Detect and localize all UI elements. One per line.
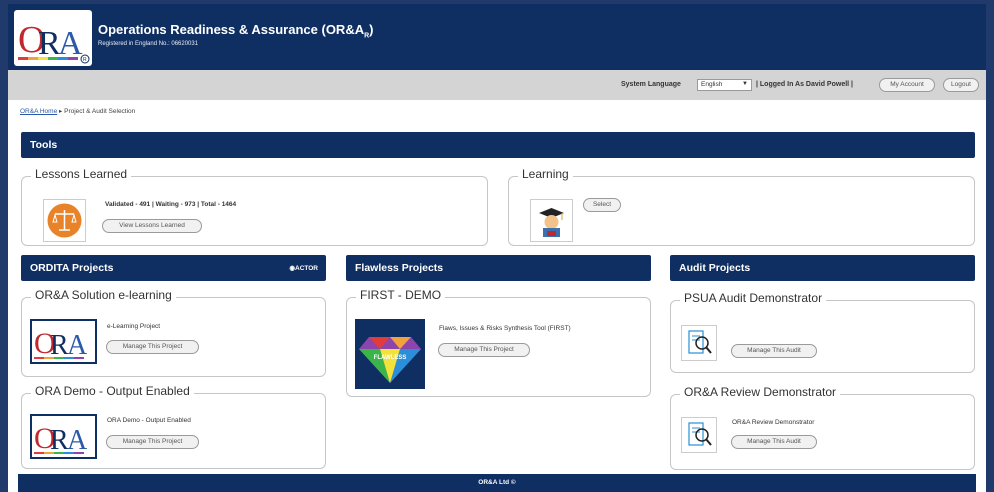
scales-icon [47,203,82,238]
ora-logo[interactable]: O R A R [14,10,92,66]
ordita-projects-header: ORDITA Projects ◉ACTOR [21,255,326,281]
lessons-learned-panel: Lessons Learned Validated - 491 | Waitin… [21,167,488,246]
breadcrumb-separator: ▸ [59,108,63,115]
audit-projects-header: Audit Projects [670,255,975,281]
breadcrumb-home-link[interactable]: OR&A Home [20,108,57,115]
breadcrumb-current: Project & Audit Selection [64,108,136,115]
audit-card-psua: PSUA Audit Demonstrator Manage This Audi… [670,291,975,373]
lessons-learned-title: Lessons Learned [31,167,132,181]
project-title: ORA Demo - Output Enabled [31,384,194,398]
learning-select-button[interactable]: Select [583,198,621,212]
app-header: O R A R Operations Readiness & Assurance… [8,4,986,70]
language-value: English [701,81,723,88]
language-select[interactable]: English ▼ [697,79,752,91]
svg-text:A: A [67,330,88,361]
project-card-first-demo: FIRST - DEMO FLAWLESS Flaws, Issues & Ri… [346,288,651,397]
ora-logo-icon: O R A [32,321,95,362]
learning-title: Learning [518,167,573,181]
chevron-down-icon: ▼ [742,81,748,87]
audit-thumbnail [681,325,717,361]
project-thumbnail: O R A [30,414,97,459]
project-description: ORA Demo - Output Enabled [107,417,191,424]
learning-thumbnail [530,199,573,242]
view-lessons-learned-button[interactable]: View Lessons Learned [102,219,202,233]
project-thumbnail: O R A [30,319,97,364]
flawless-projects-header: Flawless Projects [346,255,651,281]
my-account-button[interactable]: My Account [879,78,935,92]
logout-button[interactable]: Logout [943,78,979,92]
lessons-learned-thumbnail [43,199,86,242]
manage-project-button[interactable]: Manage This Project [106,435,199,449]
project-card-ora-demo: ORA Demo - Output Enabled O R A ORA Demo… [21,384,326,469]
breadcrumb: OR&A Home ▸ Project & Audit Selection [20,107,135,115]
diamond-icon: FLAWLESS [359,337,421,383]
tools-header: Tools [21,132,975,158]
app-window: O R A R Operations Readiness & Assurance… [8,4,986,492]
project-title: FIRST - DEMO [356,288,446,302]
ora-logo-icon: O R A [32,416,95,457]
svg-text:R: R [83,57,87,63]
learning-panel: Learning Select [508,167,975,246]
document-search-icon [688,422,712,446]
svg-text:A: A [67,425,88,456]
manage-audit-button[interactable]: Manage This Audit [731,435,817,449]
document-search-icon [688,330,712,354]
user-bar: System Language English ▼ | Logged In As… [8,70,986,100]
project-card-e-learning: OR&A Solution e-learning O R A e-Learnin… [21,288,326,377]
svg-text:A: A [58,25,83,62]
audit-card-ora-review: OR&A Review Demonstrator OR&A Review Dem… [670,385,975,470]
footer: OR&A Ltd © [18,474,976,492]
logged-in-text: | Logged In As David Powell | [756,81,854,88]
project-description: Flaws, Issues & Risks Synthesis Tool (FI… [439,325,571,332]
app-title: Operations Readiness & Assurance (OR&AR) [98,22,374,40]
lessons-learned-stats: Validated - 491 | Waiting - 973 | Total … [105,201,237,208]
audit-title: PSUA Audit Demonstrator [680,291,827,305]
manage-project-button[interactable]: Manage This Project [438,343,530,357]
manage-audit-button[interactable]: Manage This Audit [731,344,817,358]
audit-title: OR&A Review Demonstrator [680,385,841,399]
flawless-thumbnail: FLAWLESS [355,319,425,389]
language-label: System Language [621,81,681,88]
audit-thumbnail [681,417,717,453]
manage-project-button[interactable]: Manage This Project [106,340,199,354]
flawless-thumb-text: FLAWLESS [374,355,407,361]
audit-description: OR&A Review Demonstrator [732,419,815,426]
project-title: OR&A Solution e-learning [31,288,176,302]
registration-text: Registered in England No.: 06620031 [98,41,199,47]
actor-link[interactable]: ◉ACTOR [289,264,318,272]
ordita-projects-title: ORDITA Projects [30,262,114,274]
graduate-icon [539,208,564,237]
project-description: e-Learning Project [107,323,161,330]
